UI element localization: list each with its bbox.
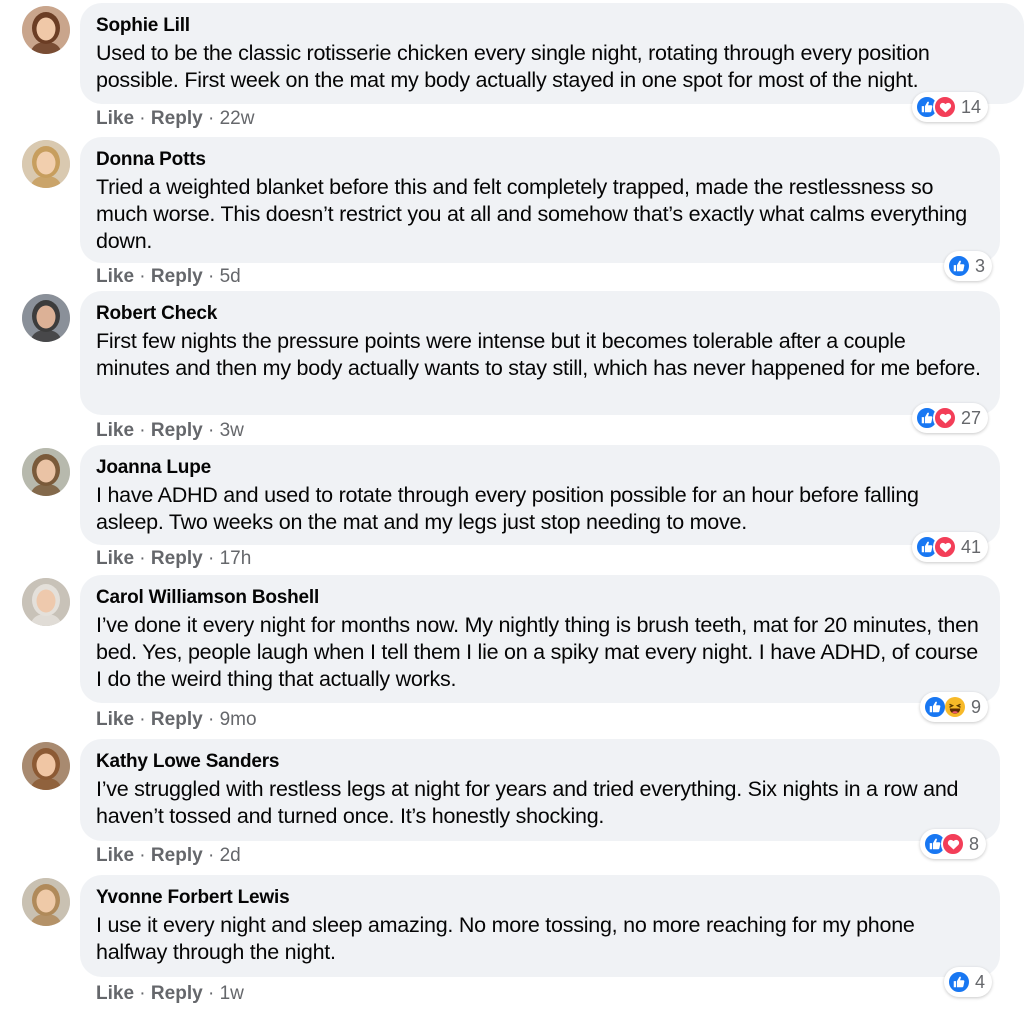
comment-bubble: Joanna Lupe I have ADHD and used to rotat… [80,445,1000,545]
reply-link[interactable]: Reply [151,983,203,1004]
reaction-count: 9 [971,697,982,717]
avatar[interactable] [22,6,70,54]
commenter-name[interactable]: Yvonne Forbert Lewis [96,886,984,910]
comment-timestamp[interactable]: 22w [220,108,255,129]
avatar[interactable] [22,878,70,926]
reaction-count: 27 [961,408,982,428]
comment-bubble: Yvonne Forbert Lewis I use it every night… [80,875,1000,977]
separator: · [202,266,220,287]
comment-bubble: Kathy Lowe Sanders I’ve struggled with re… [80,739,1000,841]
like-link[interactable]: Like [96,108,134,129]
like-link[interactable]: Like [96,548,134,569]
reaction-summary[interactable]: 41 [912,532,989,562]
separator: · [134,266,151,287]
comment-text: I use it every night and sleep amazing. … [96,913,915,964]
comment-text: I’ve done it every night for months now.… [96,613,979,691]
reply-link[interactable]: Reply [151,709,203,730]
separator: · [134,845,151,866]
separator: · [134,108,151,129]
commenter-name[interactable]: Kathy Lowe Sanders [96,750,984,774]
reaction-count: 14 [961,97,982,117]
comment-actions: Like · Reply · 22w [96,108,254,130]
separator: · [134,709,151,730]
comment-actions: Like · Reply · 5d [96,266,241,288]
comment-timestamp[interactable]: 1w [220,983,244,1004]
comment-text: Tried a weighted blanket before this and… [96,175,967,253]
like-link[interactable]: Like [96,983,134,1004]
separator: · [202,108,220,129]
separator: · [202,983,220,1004]
avatar[interactable] [22,294,70,342]
comment-bubble: Sophie Lill Used to be the classic rotiss… [80,3,1024,104]
love-reaction-icon [933,95,957,119]
like-reaction-icon [947,254,971,278]
commenter-name[interactable]: Carol Williamson Boshell [96,586,984,610]
separator: · [202,845,220,866]
reaction-summary[interactable]: 4 [944,967,993,997]
reply-link[interactable]: Reply [151,420,203,441]
like-reaction-icon [947,970,971,994]
reply-link[interactable]: Reply [151,548,203,569]
like-link[interactable]: Like [96,420,134,441]
comment-text: I have ADHD and used to rotate through e… [96,483,919,534]
comment-bubble: Donna Potts Tried a weighted blanket befo… [80,137,1000,263]
comment-actions: Like · Reply · 9mo [96,709,257,731]
haha-reaction-icon [943,695,967,719]
separator: · [202,548,220,569]
avatar[interactable] [22,448,70,496]
reaction-count: 41 [961,537,982,557]
reaction-count: 8 [969,834,980,854]
love-reaction-icon [933,406,957,430]
reaction-summary[interactable]: 27 [912,403,989,433]
separator: · [134,420,151,441]
comment-actions: Like · Reply · 1w [96,983,244,1005]
comment-bubble: Robert Check First few nights the pressur… [80,291,1000,415]
comment-text: First few nights the pressure points wer… [96,329,981,380]
comment-actions: Like · Reply · 2d [96,845,241,867]
separator: · [134,983,151,1004]
comment-text: I’ve struggled with restless legs at nig… [96,777,959,828]
reaction-count: 3 [975,256,986,276]
reaction-summary[interactable]: 14 [912,92,989,122]
comment-text: Used to be the classic rotisserie chicke… [96,41,930,92]
love-reaction-icon [933,535,957,559]
like-link[interactable]: Like [96,266,134,287]
avatar[interactable] [22,742,70,790]
comment-timestamp[interactable]: 17h [220,548,252,569]
like-link[interactable]: Like [96,845,134,866]
commenter-name[interactable]: Joanna Lupe [96,456,984,480]
commenter-name[interactable]: Robert Check [96,302,984,326]
comment-timestamp[interactable]: 9mo [220,709,257,730]
comment-actions: Like · Reply · 17h [96,548,251,570]
reply-link[interactable]: Reply [151,266,203,287]
separator: · [202,709,220,730]
avatar[interactable] [22,140,70,188]
like-link[interactable]: Like [96,709,134,730]
commenter-name[interactable]: Sophie Lill [96,14,1008,38]
reaction-summary[interactable]: 3 [944,251,993,281]
commenter-name[interactable]: Donna Potts [96,148,984,172]
comment-bubble: Carol Williamson Boshell I’ve done it eve… [80,575,1000,703]
comment-actions: Like · Reply · 3w [96,420,244,442]
love-reaction-icon [941,832,965,856]
comment-timestamp[interactable]: 5d [220,266,241,287]
separator: · [202,420,220,441]
separator: · [134,548,151,569]
reaction-count: 4 [975,972,986,992]
reply-link[interactable]: Reply [151,108,203,129]
reaction-summary[interactable]: 9 [920,692,989,722]
comment-timestamp[interactable]: 3w [220,420,244,441]
avatar[interactable] [22,578,70,626]
reply-link[interactable]: Reply [151,845,203,866]
comment-timestamp[interactable]: 2d [220,845,241,866]
reaction-summary[interactable]: 8 [920,829,987,859]
